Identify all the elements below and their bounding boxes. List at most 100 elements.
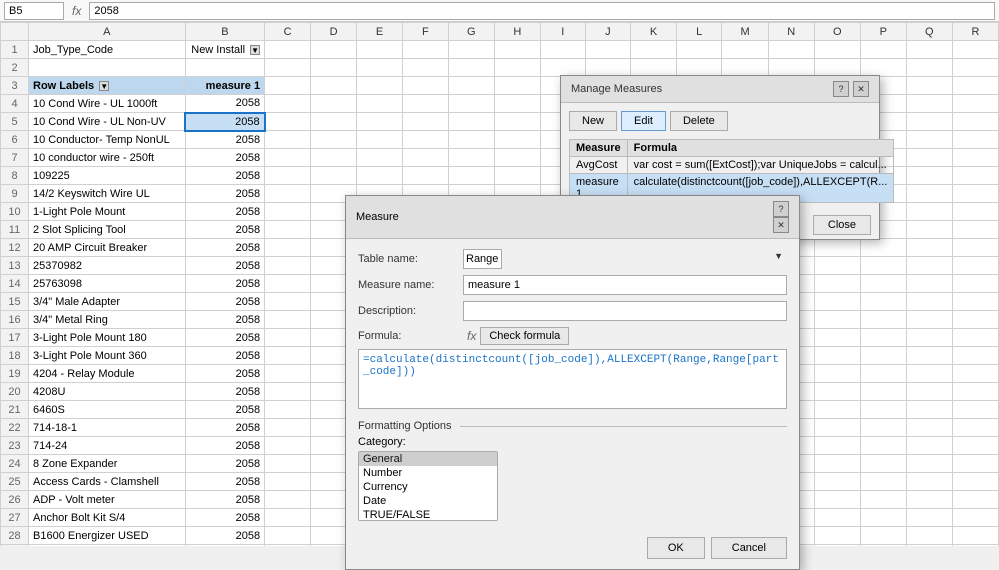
col-header-e[interactable]: E <box>357 23 403 41</box>
cell-empty-26-14[interactable] <box>906 491 952 509</box>
cell-empty-22-12[interactable] <box>814 419 860 437</box>
cell-b-10[interactable]: 2058 <box>185 203 264 221</box>
cell-empty-13-14[interactable] <box>906 257 952 275</box>
cell-a-12[interactable]: 20 AMP Circuit Breaker <box>29 239 186 257</box>
cell-empty-5-14[interactable] <box>906 113 952 131</box>
cell-empty-2-2[interactable] <box>357 59 403 77</box>
cell-empty-2-14[interactable] <box>906 59 952 77</box>
cell-empty-5-0[interactable] <box>265 113 311 131</box>
cell-empty-8-3[interactable] <box>402 167 448 185</box>
cell-empty-28-13[interactable] <box>860 527 906 545</box>
col-header-f[interactable]: F <box>402 23 448 41</box>
manage-measures-close-btn[interactable]: ✕ <box>853 81 869 97</box>
cell-empty-4-0[interactable] <box>265 95 311 113</box>
cell-empty-1-0[interactable] <box>265 41 311 59</box>
table-name-select[interactable]: Range <box>463 249 502 269</box>
cell-empty-17-14[interactable] <box>906 329 952 347</box>
cell-empty-1-13[interactable] <box>860 41 906 59</box>
cell-b-14[interactable]: 2058 <box>185 275 264 293</box>
cell-empty-7-5[interactable] <box>494 149 540 167</box>
filter-dropdown-b[interactable]: ▼ <box>250 45 260 55</box>
cell-empty-6-3[interactable] <box>402 131 448 149</box>
description-input[interactable] <box>463 301 787 321</box>
cell-a-22[interactable]: 714-18-1 <box>29 419 186 437</box>
cell-b-19[interactable]: 2058 <box>185 365 264 383</box>
cell-empty-11-15[interactable] <box>952 221 998 239</box>
formula-bar-input[interactable] <box>89 2 995 20</box>
cell-empty-1-15[interactable] <box>952 41 998 59</box>
cell-empty-21-15[interactable] <box>952 401 998 419</box>
cell-empty-3-0[interactable] <box>265 77 311 95</box>
col-header-n[interactable]: N <box>768 23 814 41</box>
cell-empty-24-12[interactable] <box>814 455 860 473</box>
cell-empty-6-4[interactable] <box>448 131 494 149</box>
cell-empty-4-1[interactable] <box>311 95 357 113</box>
cell-empty-21-0[interactable] <box>265 401 311 419</box>
filter-dropdown-a[interactable]: ▼ <box>99 81 109 91</box>
cell-empty-6-14[interactable] <box>906 131 952 149</box>
manage-measures-question-btn[interactable]: ? <box>833 81 849 97</box>
cell-empty-24-13[interactable] <box>860 455 906 473</box>
cell-empty-17-0[interactable] <box>265 329 311 347</box>
cell-empty-8-15[interactable] <box>952 167 998 185</box>
cell-empty-8-0[interactable] <box>265 167 311 185</box>
cell-empty-24-0[interactable] <box>265 455 311 473</box>
cell-b-15[interactable]: 2058 <box>185 293 264 311</box>
manage-new-button[interactable]: New <box>569 111 617 131</box>
cell-b-25[interactable]: 2058 <box>185 473 264 491</box>
manage-delete-button[interactable]: Delete <box>670 111 728 131</box>
cell-b-18[interactable]: 2058 <box>185 347 264 365</box>
cell-a-16[interactable]: 3/4" Metal Ring <box>29 311 186 329</box>
cell-empty-2-13[interactable] <box>860 59 906 77</box>
cell-a-14[interactable]: 25763098 <box>29 275 186 293</box>
cell-a-17[interactable]: 3-Light Pole Mount 180 <box>29 329 186 347</box>
cell-empty-2-5[interactable] <box>494 59 540 77</box>
cell-empty-6-5[interactable] <box>494 131 540 149</box>
cell-empty-1-8[interactable] <box>631 41 677 59</box>
cell-empty-17-13[interactable] <box>860 329 906 347</box>
cell-empty-4-5[interactable] <box>494 95 540 113</box>
cell-empty-18-13[interactable] <box>860 347 906 365</box>
cell-empty-5-4[interactable] <box>448 113 494 131</box>
cell-a-25[interactable]: Access Cards - Clamshell <box>29 473 186 491</box>
cell-empty-23-15[interactable] <box>952 437 998 455</box>
cell-empty-2-12[interactable] <box>814 59 860 77</box>
cell-empty-9-14[interactable] <box>906 185 952 203</box>
cell-empty-2-9[interactable] <box>676 59 722 77</box>
cell-empty-2-1[interactable] <box>311 59 357 77</box>
category-list[interactable]: General Number Currency Date TRUE/FALSE <box>358 451 498 521</box>
cell-empty-10-0[interactable] <box>265 203 311 221</box>
cell-empty-20-0[interactable] <box>265 383 311 401</box>
cell-a-21[interactable]: 6460S <box>29 401 186 419</box>
cell-empty-2-7[interactable] <box>585 59 630 77</box>
col-header-a[interactable]: A <box>29 23 186 41</box>
cell-empty-13-12[interactable] <box>814 257 860 275</box>
col-header-o[interactable]: O <box>814 23 860 41</box>
check-formula-button[interactable]: Check formula <box>480 327 569 345</box>
cell-empty-17-12[interactable] <box>814 329 860 347</box>
cell-empty-21-13[interactable] <box>860 401 906 419</box>
cancel-button[interactable]: Cancel <box>711 537 787 559</box>
cell-empty-1-11[interactable] <box>768 41 814 59</box>
cell-a-7[interactable]: 10 conductor wire - 250ft <box>29 149 186 167</box>
cell-empty-25-14[interactable] <box>906 473 952 491</box>
cell-b-17[interactable]: 2058 <box>185 329 264 347</box>
cell-b-9[interactable]: 2058 <box>185 185 264 203</box>
cell-empty-15-0[interactable] <box>265 293 311 311</box>
cell-empty-25-12[interactable] <box>814 473 860 491</box>
cell-empty-2-0[interactable] <box>265 59 311 77</box>
cell-a-23[interactable]: 714-24 <box>29 437 186 455</box>
col-header-j[interactable]: J <box>585 23 630 41</box>
cell-empty-25-15[interactable] <box>952 473 998 491</box>
cell-empty-27-14[interactable] <box>906 509 952 527</box>
cell-empty-21-14[interactable] <box>906 401 952 419</box>
cell-empty-28-12[interactable] <box>814 527 860 545</box>
cell-empty-7-3[interactable] <box>402 149 448 167</box>
cell-b-21[interactable]: 2058 <box>185 401 264 419</box>
cell-b-12[interactable]: 2058 <box>185 239 264 257</box>
cell-empty-24-14[interactable] <box>906 455 952 473</box>
cell-a-8[interactable]: 109225 <box>29 167 186 185</box>
cell-empty-12-0[interactable] <box>265 239 311 257</box>
cell-empty-19-14[interactable] <box>906 365 952 383</box>
cell-empty-14-12[interactable] <box>814 275 860 293</box>
